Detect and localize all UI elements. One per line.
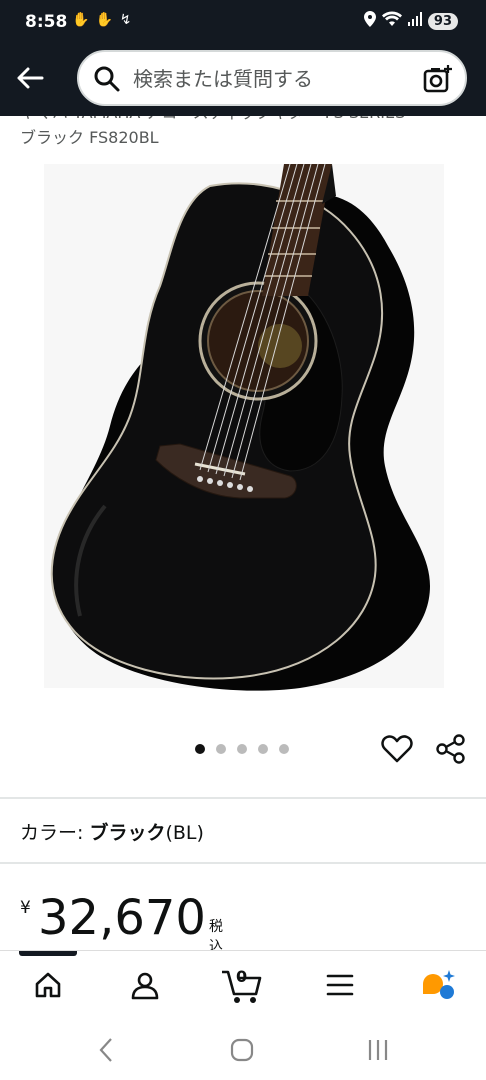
status-indicators: 93 — [363, 11, 458, 31]
carousel-dot[interactable] — [195, 744, 205, 754]
search-icon — [93, 65, 121, 97]
home-icon — [35, 972, 61, 998]
heart-icon — [381, 735, 413, 763]
cart-count: 0 — [236, 967, 248, 986]
system-back-button[interactable] — [92, 1036, 120, 1064]
nav-menu[interactable] — [320, 965, 360, 1005]
wishlist-button[interactable] — [381, 733, 413, 765]
product-title: ヤマハ YAMAHA アコースティックギター FS SERIES ブラック FS… — [0, 116, 486, 156]
product-image-carousel[interactable] — [0, 156, 486, 716]
camera-search-icon[interactable] — [423, 64, 453, 98]
menu-icon — [326, 974, 354, 996]
carousel-dot[interactable] — [237, 744, 247, 754]
status-time: 8:58 — [25, 12, 68, 32]
wifi-icon — [381, 11, 402, 31]
color-suffix: (BL) — [165, 822, 204, 844]
image-carousel-dots[interactable] — [195, 744, 289, 754]
price-amount: 32,670 — [38, 890, 206, 946]
system-recents-button[interactable] — [364, 1036, 392, 1064]
nav-home[interactable] — [28, 965, 68, 1005]
back-arrow-icon — [17, 67, 44, 89]
back-button[interactable] — [12, 60, 48, 96]
search-input[interactable] — [133, 65, 413, 93]
color-value: ブラック — [89, 822, 166, 844]
battery-level: 93 — [427, 12, 458, 30]
color-label: カラー: — [20, 822, 90, 844]
signal-icon — [407, 12, 422, 30]
rufus-assistant-icon — [423, 970, 455, 999]
share-button[interactable] — [435, 733, 467, 765]
search-bar[interactable] — [77, 50, 467, 106]
carousel-dot[interactable] — [279, 744, 289, 754]
recents-icon — [368, 1040, 388, 1060]
system-navigation-bar — [0, 1016, 486, 1080]
app-header — [0, 44, 486, 116]
notification-icons: ✋ ✋ ↯ — [72, 12, 133, 28]
divider — [0, 797, 486, 799]
carousel-dot[interactable] — [258, 744, 268, 754]
nav-cart[interactable]: 0 — [220, 965, 264, 1005]
system-home-button[interactable] — [228, 1036, 256, 1064]
guitar-image — [50, 163, 430, 691]
location-icon — [363, 11, 376, 31]
nav-account[interactable] — [125, 965, 165, 1005]
user-icon — [131, 972, 159, 1000]
chevron-left-icon — [99, 1038, 112, 1062]
share-icon — [436, 734, 465, 764]
product-title-line1: ヤマハ YAMAHA アコースティックギター FS SERIES — [20, 116, 405, 125]
divider — [0, 862, 486, 864]
color-selection[interactable]: カラー: ブラック(BL) — [20, 818, 204, 845]
active-tab-indicator — [19, 951, 77, 956]
nav-assistant[interactable] — [418, 965, 458, 1005]
carousel-dot[interactable] — [216, 744, 226, 754]
status-bar: 8:58 ✋ ✋ ↯ 93 — [0, 0, 486, 44]
price-currency: ¥ — [20, 898, 31, 918]
product-title-line2: ブラック FS820BL — [20, 128, 159, 147]
bottom-nav: 0 — [0, 950, 486, 1017]
home-circle-icon — [230, 1038, 254, 1062]
